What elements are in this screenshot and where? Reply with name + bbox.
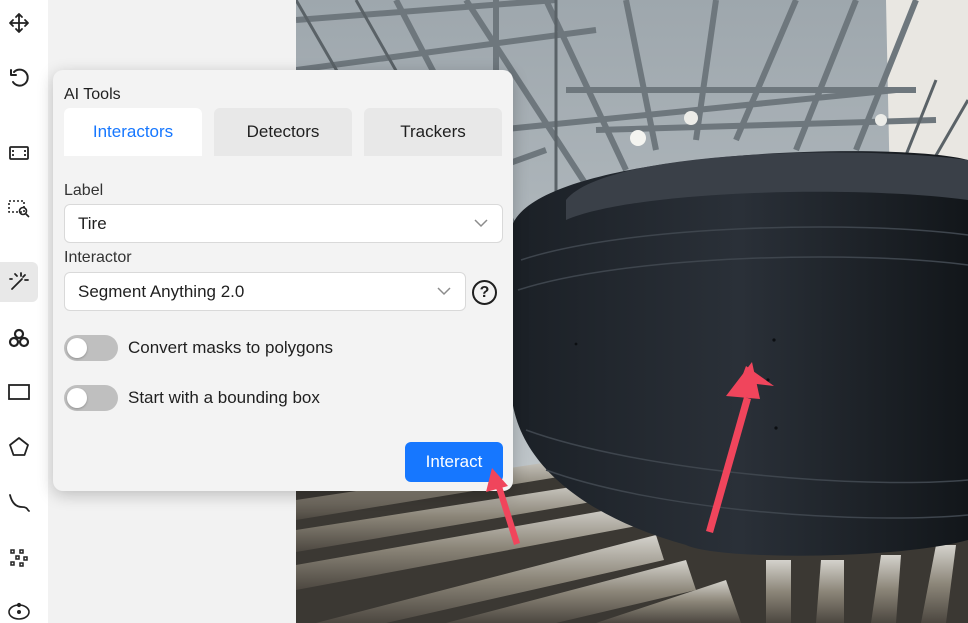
ai-tools-panel: AI Tools Interactors Detectors Trackers …	[53, 70, 513, 491]
label-select[interactable]: Tire	[64, 204, 503, 243]
label-caption: Label	[64, 182, 104, 199]
draw-polyline-button[interactable]	[0, 482, 38, 522]
left-toolbar	[0, 0, 48, 623]
interactor-select-value: Segment Anything 2.0	[78, 281, 245, 301]
bounding-box-row: Start with a bounding box	[64, 385, 320, 411]
move-icon	[9, 13, 29, 33]
tool-tabs: Interactors Detectors Trackers	[64, 108, 502, 156]
points-icon	[10, 549, 28, 567]
fit-image-button[interactable]	[0, 133, 38, 173]
tab-trackers[interactable]: Trackers	[364, 108, 502, 156]
polyline-icon	[9, 494, 30, 512]
openvino-icon	[8, 328, 30, 348]
help-icon[interactable]: ?	[472, 280, 497, 305]
fit-image-icon	[9, 146, 29, 160]
draw-points-button[interactable]	[0, 537, 38, 577]
draw-polygon-button[interactable]	[0, 427, 38, 467]
zoom-region-button[interactable]	[0, 188, 38, 228]
chevron-down-icon	[437, 287, 451, 296]
tab-detectors[interactable]: Detectors	[214, 108, 352, 156]
ai-tools-button[interactable]	[0, 262, 38, 302]
interactor-select[interactable]: Segment Anything 2.0	[64, 272, 466, 311]
magic-wand-icon	[9, 272, 29, 290]
chevron-down-icon	[474, 219, 488, 228]
bounding-box-toggle[interactable]	[64, 385, 118, 411]
toggle-knob	[67, 338, 87, 358]
polygon-icon	[9, 437, 29, 456]
convert-masks-row: Convert masks to polygons	[64, 335, 333, 361]
ellipse-icon	[8, 602, 30, 620]
undo-icon	[10, 68, 29, 87]
interact-button[interactable]: Interact	[405, 442, 503, 482]
rectangle-icon	[8, 384, 30, 400]
interactor-caption: Interactor	[64, 249, 132, 266]
zoom-region-icon	[8, 200, 30, 218]
toggle-knob	[67, 388, 87, 408]
tab-interactors[interactable]: Interactors	[64, 108, 202, 156]
undo-tool-button[interactable]	[0, 58, 38, 98]
panel-title: AI Tools	[64, 86, 121, 103]
bounding-box-label: Start with a bounding box	[128, 388, 320, 407]
draw-ellipse-button[interactable]	[0, 592, 38, 623]
convert-masks-toggle[interactable]	[64, 335, 118, 361]
openvino-tool-button[interactable]	[0, 318, 38, 358]
move-tool-button[interactable]	[0, 3, 38, 43]
convert-masks-label: Convert masks to polygons	[128, 338, 334, 357]
draw-rectangle-button[interactable]	[0, 372, 38, 412]
label-select-value: Tire	[78, 213, 107, 233]
